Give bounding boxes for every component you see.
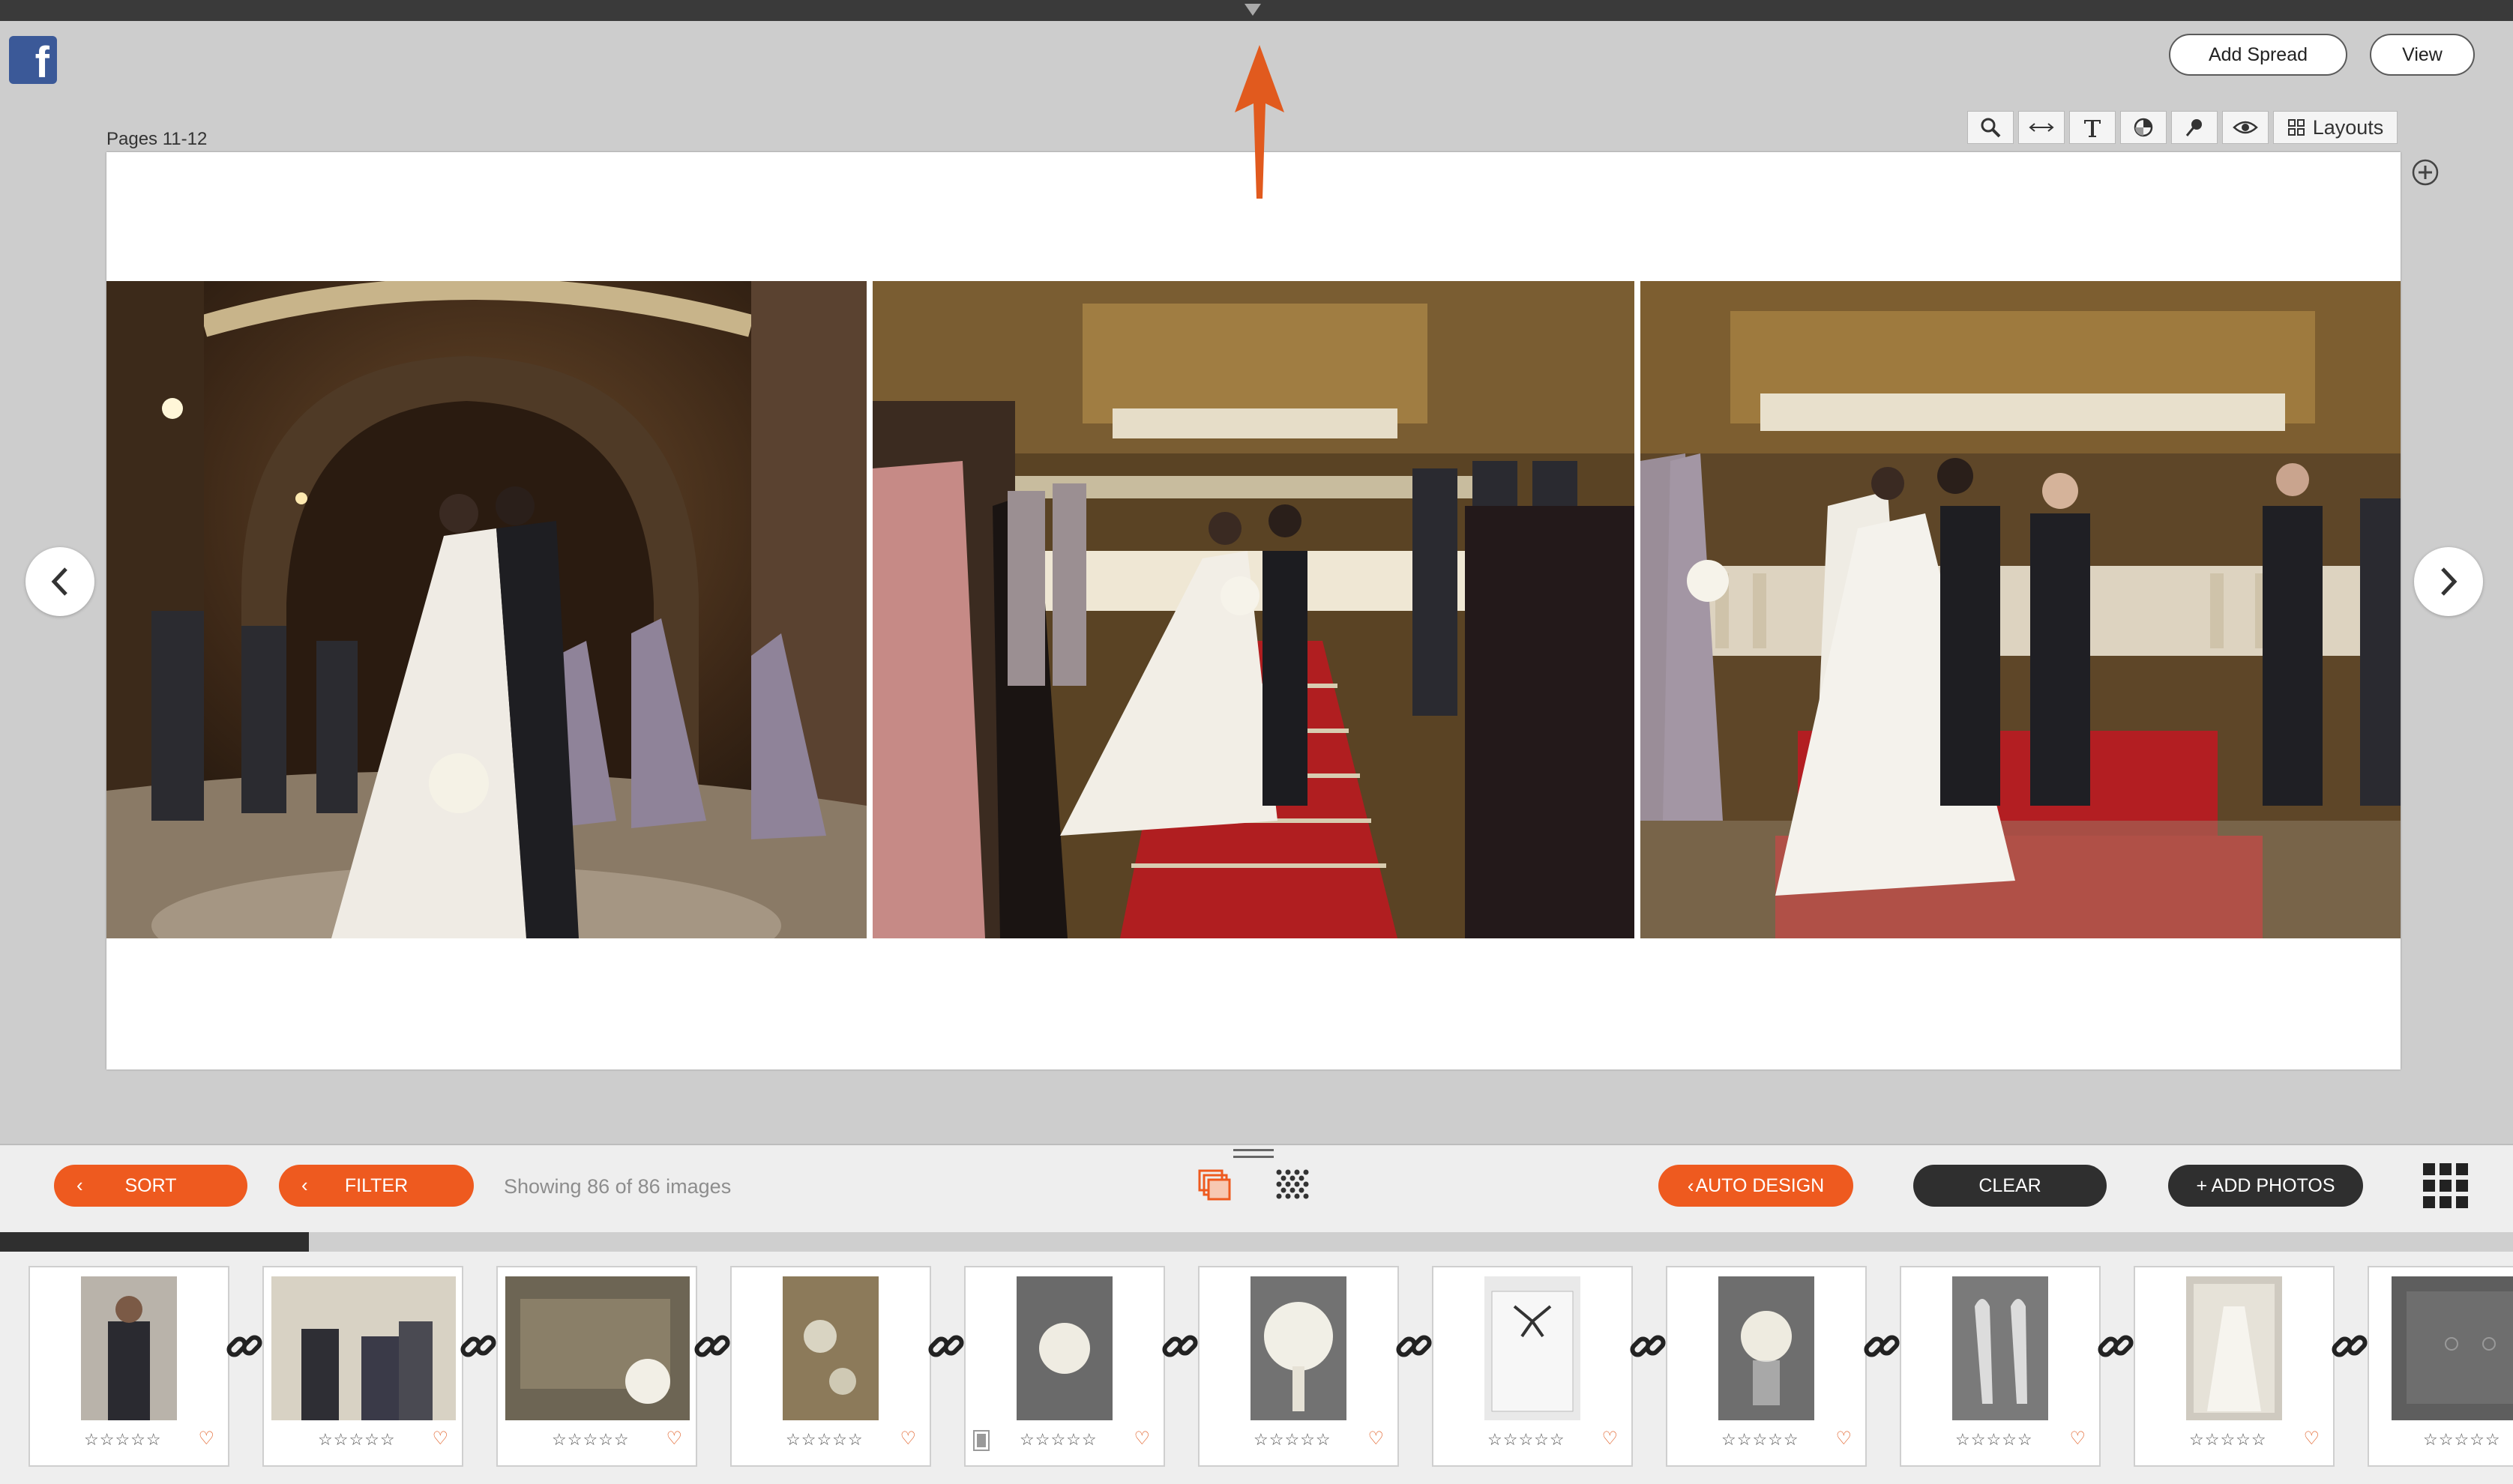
- photo-ceremony-kiss-arch[interactable]: [106, 281, 867, 938]
- view-button[interactable]: View: [2370, 34, 2475, 76]
- tray-scroll-thumb[interactable]: [0, 1232, 310, 1252]
- star-rating[interactable]: ☆☆☆☆☆: [1955, 1430, 2033, 1450]
- link-icon[interactable]: [2095, 1325, 2137, 1367]
- star-rating[interactable]: ☆☆☆☆☆: [1254, 1430, 1331, 1450]
- thumbnail-image[interactable]: [1251, 1276, 1346, 1420]
- link-icon[interactable]: [223, 1325, 265, 1367]
- up-arrow-annotation-icon: [1235, 45, 1284, 199]
- thumbnail-card[interactable]: ☆☆☆☆☆ ♡: [262, 1266, 463, 1467]
- thumbnail-card[interactable]: ☆☆☆☆☆ ♡: [730, 1266, 931, 1467]
- thumbnail-card[interactable]: ☆☆☆☆☆ ♡: [1900, 1266, 2101, 1467]
- thumbnail-image[interactable]: [2392, 1276, 2513, 1420]
- stacked-photos-icon[interactable]: [1195, 1166, 1234, 1205]
- chevron-left-icon: [51, 567, 67, 596]
- heart-icon[interactable]: ♡: [666, 1428, 682, 1450]
- fill-icon[interactable]: [2120, 111, 2167, 144]
- star-rating[interactable]: ☆☆☆☆☆: [2423, 1430, 2501, 1450]
- auto-design-label: AUTO DESIGN: [1695, 1174, 1825, 1196]
- link-icon[interactable]: [1159, 1325, 1201, 1367]
- facebook-icon[interactable]: f: [9, 36, 57, 84]
- star-rating[interactable]: ☆☆☆☆☆: [1020, 1430, 1098, 1450]
- sort-button[interactable]: ‹ SORT: [54, 1165, 247, 1207]
- link-icon[interactable]: [925, 1325, 967, 1367]
- heart-icon[interactable]: ♡: [2303, 1428, 2320, 1450]
- thumbnail-card[interactable]: ☆☆☆☆☆ ♡: [1666, 1266, 1867, 1467]
- add-spread-button[interactable]: Add Spread: [2169, 34, 2347, 76]
- collapse-panel-icon[interactable]: [1245, 4, 1261, 16]
- layouts-button[interactable]: Layouts: [2273, 111, 2398, 144]
- thumbnail-image[interactable]: [1484, 1276, 1580, 1420]
- spread-toolbar: Layouts: [1967, 111, 2398, 145]
- link-icon[interactable]: [691, 1325, 733, 1367]
- thumbnail-card[interactable]: ☆☆☆☆☆ ♡: [1198, 1266, 1399, 1467]
- filter-label: FILTER: [344, 1174, 409, 1196]
- pages-label: Pages 11-12: [106, 129, 208, 149]
- thumbnail-image[interactable]: [505, 1276, 690, 1420]
- page-icon: [973, 1430, 990, 1451]
- link-icon[interactable]: [1627, 1325, 1669, 1367]
- text-icon[interactable]: [2069, 111, 2116, 144]
- image-count-text: Showing 86 of 86 images: [504, 1175, 732, 1198]
- thumbnail-image[interactable]: [1952, 1276, 2048, 1420]
- heart-icon[interactable]: ♡: [2069, 1428, 2086, 1450]
- thumbnail-card[interactable]: ☆☆☆☆☆ ♡: [28, 1266, 229, 1467]
- link-icon[interactable]: [457, 1325, 499, 1367]
- star-rating[interactable]: ☆☆☆☆☆: [1487, 1430, 1565, 1450]
- thumbnail-image[interactable]: [783, 1276, 879, 1420]
- thumbnail-image[interactable]: [271, 1276, 456, 1420]
- layouts-grid-icon: [2287, 119, 2305, 136]
- filter-button[interactable]: ‹ FILTER: [279, 1165, 474, 1207]
- thumbnail-image[interactable]: [1017, 1276, 1113, 1420]
- preview-eye-icon[interactable]: [2222, 111, 2269, 144]
- layouts-label: Layouts: [2312, 115, 2384, 139]
- auto-design-button[interactable]: ‹ AUTO DESIGN: [1658, 1165, 1853, 1207]
- page-spread[interactable]: [106, 152, 2401, 1070]
- chevron-right-icon: [2441, 567, 2458, 596]
- photo-ceremony-altar-kiss[interactable]: [1640, 281, 2401, 938]
- star-rating[interactable]: ☆☆☆☆☆: [84, 1430, 162, 1450]
- zoom-icon[interactable]: [1967, 111, 2014, 144]
- resize-icon[interactable]: [2018, 111, 2065, 144]
- add-photos-button[interactable]: + ADD PHOTOS: [2168, 1165, 2363, 1207]
- thumbnail-card[interactable]: ☆☆☆☆☆: [2368, 1266, 2513, 1467]
- thumbnail-card[interactable]: ☆☆☆☆☆ ♡: [2134, 1266, 2335, 1467]
- link-icon[interactable]: [2329, 1325, 2371, 1367]
- tray-scrollbar[interactable]: [0, 1232, 2513, 1252]
- pin-icon[interactable]: [2171, 111, 2218, 144]
- add-page-plus-icon[interactable]: [2411, 158, 2440, 187]
- heart-icon[interactable]: ♡: [1835, 1428, 1852, 1450]
- heart-icon[interactable]: ♡: [1367, 1428, 1384, 1450]
- link-icon[interactable]: [1861, 1325, 1903, 1367]
- heart-icon[interactable]: ♡: [432, 1428, 448, 1450]
- panel-resize-handle[interactable]: [1233, 1149, 1274, 1158]
- chevron-left-icon: ‹: [76, 1174, 83, 1196]
- heart-icon[interactable]: ♡: [198, 1428, 214, 1450]
- chevron-left-icon: ‹: [301, 1174, 308, 1196]
- heart-icon[interactable]: ♡: [1601, 1428, 1618, 1450]
- dot-grid-icon[interactable]: [1273, 1166, 1312, 1205]
- thumbnail-image[interactable]: [81, 1276, 177, 1420]
- star-rating[interactable]: ☆☆☆☆☆: [786, 1430, 864, 1450]
- chevron-left-icon: ‹: [1687, 1174, 1694, 1197]
- heart-icon[interactable]: ♡: [1134, 1428, 1150, 1450]
- grid-view-icon[interactable]: [2423, 1163, 2468, 1208]
- previous-spread-button[interactable]: [25, 547, 94, 616]
- thumbnail-card[interactable]: ☆☆☆☆☆ ♡: [1432, 1266, 1633, 1467]
- thumbnail-image[interactable]: [2186, 1276, 2282, 1420]
- thumbnail-card[interactable]: ☆☆☆☆☆ ♡: [496, 1266, 697, 1467]
- heart-icon[interactable]: ♡: [900, 1428, 916, 1450]
- sort-label: SORT: [124, 1174, 177, 1196]
- photo-ceremony-aisle-walk[interactable]: [873, 281, 1634, 938]
- next-spread-button[interactable]: [2414, 547, 2483, 616]
- thumbnail-card[interactable]: ☆☆☆☆☆ ♡: [964, 1266, 1165, 1467]
- star-rating[interactable]: ☆☆☆☆☆: [1721, 1430, 1799, 1450]
- star-rating[interactable]: ☆☆☆☆☆: [2189, 1430, 2267, 1450]
- clear-button[interactable]: CLEAR: [1913, 1165, 2107, 1207]
- thumbnail-image[interactable]: [1718, 1276, 1814, 1420]
- star-rating[interactable]: ☆☆☆☆☆: [318, 1430, 396, 1450]
- star-rating[interactable]: ☆☆☆☆☆: [552, 1430, 630, 1450]
- link-icon[interactable]: [1393, 1325, 1435, 1367]
